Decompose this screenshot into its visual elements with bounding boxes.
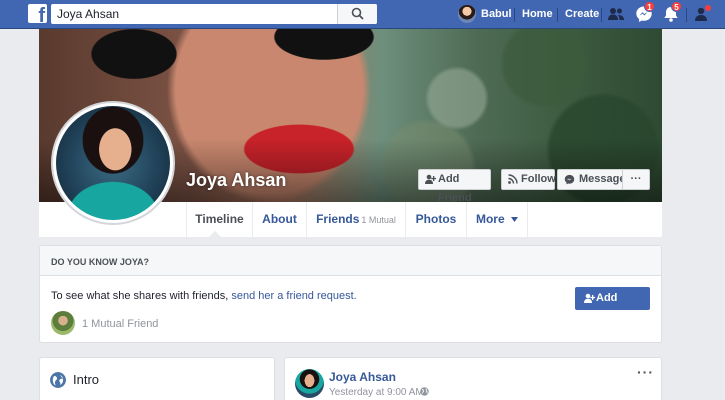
messenger-small-icon bbox=[564, 174, 575, 185]
do-you-know-text: To see what she shares with friends, bbox=[51, 290, 232, 302]
nav-divider bbox=[686, 8, 687, 22]
nav-home-link[interactable]: Home bbox=[522, 8, 553, 20]
add-friend-primary-label: Add Friend bbox=[596, 292, 630, 325]
tab-divider bbox=[527, 202, 528, 237]
post-card: Joya Ahsan Yesterday at 9:00 AM · ··· bbox=[284, 357, 662, 400]
tab-friends[interactable]: Friends 1 Mutual bbox=[307, 202, 405, 237]
tab-photos-label: Photos bbox=[415, 212, 457, 226]
intro-title: Intro bbox=[73, 372, 100, 387]
globe-intro-icon bbox=[50, 372, 66, 388]
tab-about-label: About bbox=[262, 212, 297, 226]
add-friend-primary-button[interactable]: Add Friend bbox=[575, 287, 650, 325]
message-label: Message bbox=[579, 173, 626, 185]
friend-requests-icon[interactable] bbox=[607, 5, 625, 23]
tab-photos[interactable]: Photos bbox=[406, 202, 466, 237]
notifications-bell-icon[interactable]: 5 bbox=[662, 1, 682, 23]
tab-about[interactable]: About bbox=[253, 202, 306, 237]
profile-name[interactable]: Joya Ahsan bbox=[186, 170, 286, 191]
search-icon bbox=[351, 7, 364, 20]
top-navigation-bar: f Joya Ahsan Babul Home Create 1 5 bbox=[0, 0, 725, 29]
more-options-button[interactable]: ··· bbox=[622, 169, 650, 190]
mutual-friend-count[interactable]: 1 Mutual Friend bbox=[82, 318, 158, 330]
messenger-icon[interactable]: 1 bbox=[635, 1, 655, 23]
do-you-know-title: DO YOU KNOW JOYA? bbox=[51, 257, 150, 267]
do-you-know-card: DO YOU KNOW JOYA? To see what she shares… bbox=[39, 245, 662, 343]
follow-label: Follow bbox=[521, 173, 556, 185]
message-button[interactable]: Message bbox=[557, 169, 626, 190]
tab-more-label: More bbox=[475, 212, 505, 226]
nav-avatar bbox=[458, 5, 476, 23]
tab-timeline-label: Timeline bbox=[195, 212, 244, 226]
intro-card: Intro bbox=[39, 357, 275, 400]
public-globe-icon bbox=[420, 387, 429, 396]
nav-divider bbox=[557, 8, 558, 22]
rss-follow-icon bbox=[508, 174, 518, 184]
profile-header: Joya Ahsan Add Friend Follow Message ··· bbox=[39, 29, 662, 237]
tab-friends-label: Friends bbox=[316, 212, 360, 226]
send-friend-request-link[interactable]: send her a friend request. bbox=[231, 290, 356, 302]
nav-profile-name: Babul bbox=[481, 8, 512, 20]
post-author-avatar[interactable] bbox=[295, 369, 324, 398]
mutual-friend-avatar[interactable] bbox=[51, 311, 75, 335]
tab-more[interactable]: More bbox=[467, 202, 527, 237]
more-options-icon: ··· bbox=[630, 173, 642, 185]
messages-badge: 1 bbox=[644, 1, 655, 12]
post-timestamp[interactable]: Yesterday at 9:00 AM · bbox=[329, 387, 430, 398]
search-button[interactable] bbox=[337, 4, 377, 24]
add-friend-icon bbox=[584, 293, 595, 303]
follow-button[interactable]: Follow bbox=[501, 169, 556, 190]
tab-friends-mutual-count: 1 Mutual bbox=[361, 215, 396, 225]
profile-tabs: Timeline About Friends 1 Mutual Photos Mo… bbox=[39, 202, 662, 237]
active-tab-indicator bbox=[209, 231, 221, 237]
post-author-name[interactable]: Joya Ahsan bbox=[329, 370, 396, 384]
nav-divider bbox=[601, 8, 602, 22]
chevron-down-icon bbox=[511, 217, 518, 223]
add-friend-icon bbox=[425, 174, 436, 184]
do-you-know-header: DO YOU KNOW JOYA? bbox=[40, 246, 661, 276]
nav-create-link[interactable]: Create bbox=[565, 8, 599, 20]
do-you-know-message: To see what she shares with friends, sen… bbox=[51, 290, 357, 302]
add-friend-button[interactable]: Add Friend bbox=[418, 169, 491, 204]
notifications-badge: 5 bbox=[671, 1, 682, 12]
search-input[interactable]: Joya Ahsan bbox=[57, 7, 119, 21]
facebook-logo-icon[interactable]: f bbox=[28, 4, 47, 23]
nav-divider bbox=[514, 8, 515, 22]
search-field[interactable]: Joya Ahsan bbox=[51, 4, 377, 24]
quick-help-icon[interactable] bbox=[694, 5, 712, 23]
post-options-button[interactable]: ··· bbox=[637, 364, 654, 380]
